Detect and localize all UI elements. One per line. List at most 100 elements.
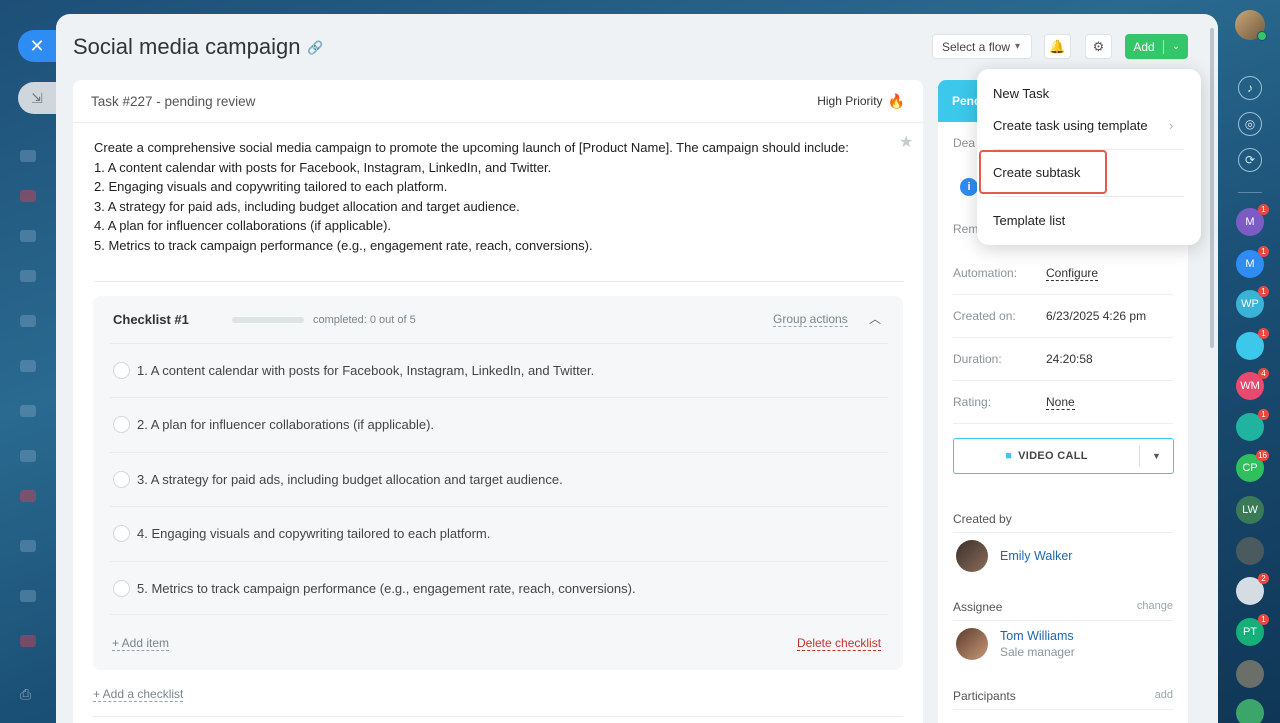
rail-contact-avatar[interactable]: WP 1 — [1236, 286, 1269, 318]
chevron-down-icon: ▾ — [1015, 41, 1021, 52]
star-icon[interactable]: ★ — [899, 132, 913, 152]
bg-menu-icon — [20, 590, 36, 602]
checklist: Checklist #1 completed: 0 out of 5 Group… — [93, 296, 903, 670]
bg-menu-icon — [20, 450, 36, 462]
checklist-item-text: 2. A plan for influencer collaborations … — [137, 417, 435, 432]
creator[interactable]: Emily Walker — [956, 540, 1072, 572]
created-on-row: Created on: 6/23/2025 4:26 pm — [953, 295, 1173, 338]
checklist-item[interactable]: 2. A plan for influencer collaborations … — [110, 397, 888, 451]
rail-contact-avatar[interactable]: 2 — [1236, 573, 1269, 605]
add-button-label: Add — [1133, 39, 1155, 54]
add-button[interactable]: Add ⌄ — [1125, 34, 1188, 59]
rail-contact-avatar[interactable]: 1 — [1236, 328, 1269, 360]
rail-contact-avatar[interactable]: CP 16 — [1236, 450, 1269, 482]
rail-contact-avatar[interactable]: 1 — [1236, 409, 1269, 441]
rail-contact-avatar[interactable]: M1 — [1236, 204, 1269, 236]
scrollbar[interactable] — [1210, 28, 1214, 348]
avatar-initials: CP — [1242, 462, 1258, 474]
right-rail: ♪ ◎ ⟳ M 1 M 1 WP 1 1 WM 4 1 CP 16 LW 2 PT 1 — [1226, 0, 1280, 723]
rail-contact-avatar[interactable]: M1 — [1236, 246, 1269, 278]
menu-item-new-task[interactable]: New Task — [993, 86, 1049, 101]
checklist-title[interactable]: Checklist #1 — [113, 312, 232, 327]
rail-contact-avatar[interactable] — [1236, 699, 1264, 723]
creator-name[interactable]: Emily Walker — [1000, 549, 1072, 563]
chevron-down-icon[interactable]: ⌄ — [1164, 41, 1188, 52]
menu-item-template-list[interactable]: Template list — [993, 213, 1065, 228]
divider — [93, 716, 903, 717]
checkbox[interactable] — [113, 416, 130, 433]
minimize-icon: ⇲ — [31, 89, 43, 106]
checklist-item[interactable]: 3. A strategy for paid ads, including bu… — [110, 452, 888, 506]
menu-item-create-from-template[interactable]: Create task using template — [993, 118, 1148, 133]
bell-icon[interactable]: ♪ — [1238, 76, 1262, 100]
rail-contact-avatar[interactable]: LW — [1236, 496, 1264, 524]
chevron-up-icon[interactable]: ︿ — [869, 310, 881, 327]
participants-section: Participants add — [953, 689, 1173, 710]
created-on-value: 6/23/2025 4:26 pm — [1046, 309, 1147, 323]
rail-contact-avatar[interactable]: PT 1 — [1236, 614, 1269, 646]
print-icon[interactable]: ⎙ — [20, 686, 31, 703]
description-line: Create a comprehensive social media camp… — [94, 140, 849, 155]
bg-menu-icon — [20, 270, 36, 282]
unread-badge: 1 — [1258, 409, 1269, 420]
unread-badge: 1 — [1258, 286, 1269, 297]
avatar-initials: M — [1245, 216, 1255, 228]
checklist-item[interactable]: 5. Metrics to track campaign performance… — [110, 561, 888, 615]
checkbox[interactable] — [113, 471, 130, 488]
avatar — [956, 628, 988, 660]
deadline-label: Dea — [953, 136, 976, 150]
flame-icon: 🔥 — [887, 92, 905, 109]
automation-configure-link[interactable]: Configure — [1046, 266, 1099, 281]
bg-menu-icon — [20, 315, 36, 327]
participants-add-link[interactable]: add — [1155, 689, 1173, 703]
checkbox[interactable] — [113, 525, 130, 542]
caret-down-icon[interactable]: ▼ — [1140, 451, 1173, 461]
add-checklist-link[interactable]: + Add a checklist — [93, 687, 184, 702]
target-icon[interactable]: ◎ — [1238, 112, 1262, 136]
rail-contact-avatar[interactable]: WM 4 — [1236, 368, 1269, 400]
checklist-item[interactable]: 4. Engaging visuals and copywriting tail… — [110, 506, 888, 560]
duration-value: 24:20:58 — [1046, 352, 1093, 366]
unread-badge: 1 — [1258, 246, 1269, 257]
created-on-label: Created on: — [953, 309, 1016, 323]
settings-button[interactable]: ⚙ — [1085, 34, 1112, 59]
group-actions-link[interactable]: Group actions — [773, 312, 848, 327]
notification-button[interactable]: 🔔 — [1044, 34, 1071, 59]
unread-badge: 16 — [1256, 450, 1269, 461]
bell-icon: 🔔 — [1049, 38, 1066, 54]
video-call-button[interactable]: ■ VIDEO CALL ▼ — [953, 438, 1174, 474]
delete-checklist-link[interactable]: Delete checklist — [797, 636, 882, 651]
video-call-label-wrap: ■ VIDEO CALL — [954, 450, 1139, 462]
add-item-link[interactable]: + Add item — [112, 636, 170, 651]
chat-search-icon[interactable]: ⟳ — [1238, 148, 1262, 172]
close-slider-button[interactable]: ✕ — [18, 30, 56, 62]
assignee-name[interactable]: Tom Williams — [1000, 629, 1075, 643]
bg-menu-icon — [20, 150, 36, 162]
checklist-item-text: 4. Engaging visuals and copywriting tail… — [137, 526, 491, 541]
avatar-initials: PT — [1242, 626, 1258, 638]
checklist-item[interactable]: 1. A content calendar with posts for Fac… — [110, 343, 888, 397]
assignee[interactable]: Tom Williams Sale manager — [956, 628, 1075, 660]
flow-select[interactable]: Select a flow ▾ — [932, 34, 1032, 59]
task-description: Create a comprehensive social media camp… — [94, 138, 894, 255]
checkbox[interactable] — [113, 579, 130, 597]
assignee-change-link[interactable]: change — [1137, 600, 1173, 614]
menu-divider — [993, 196, 1184, 197]
checkbox[interactable] — [113, 362, 130, 379]
rating-value[interactable]: None — [1046, 395, 1075, 410]
bg-menu-icon — [20, 405, 36, 417]
minimize-slider-button[interactable]: ⇲ — [18, 82, 56, 114]
avatar-initials: WP — [1241, 298, 1259, 310]
checklist-item-text: 5. Metrics to track campaign performance… — [137, 580, 636, 596]
copy-link-icon[interactable]: 🔗 — [307, 40, 323, 56]
priority-badge[interactable]: High Priority 🔥 — [817, 93, 905, 110]
automation-label: Automation: — [953, 266, 1018, 280]
reminder-label: Rem — [953, 222, 979, 236]
unread-badge: 4 — [1258, 368, 1269, 379]
description-line: 5. Metrics to track campaign performance… — [94, 237, 593, 253]
rail-contact-avatar[interactable] — [1236, 537, 1264, 565]
duration-row: Duration: 24:20:58 — [953, 338, 1173, 381]
rail-contact-avatar[interactable] — [1236, 660, 1264, 688]
unread-badge: 1 — [1258, 614, 1269, 625]
info-icon[interactable]: i — [960, 178, 978, 196]
